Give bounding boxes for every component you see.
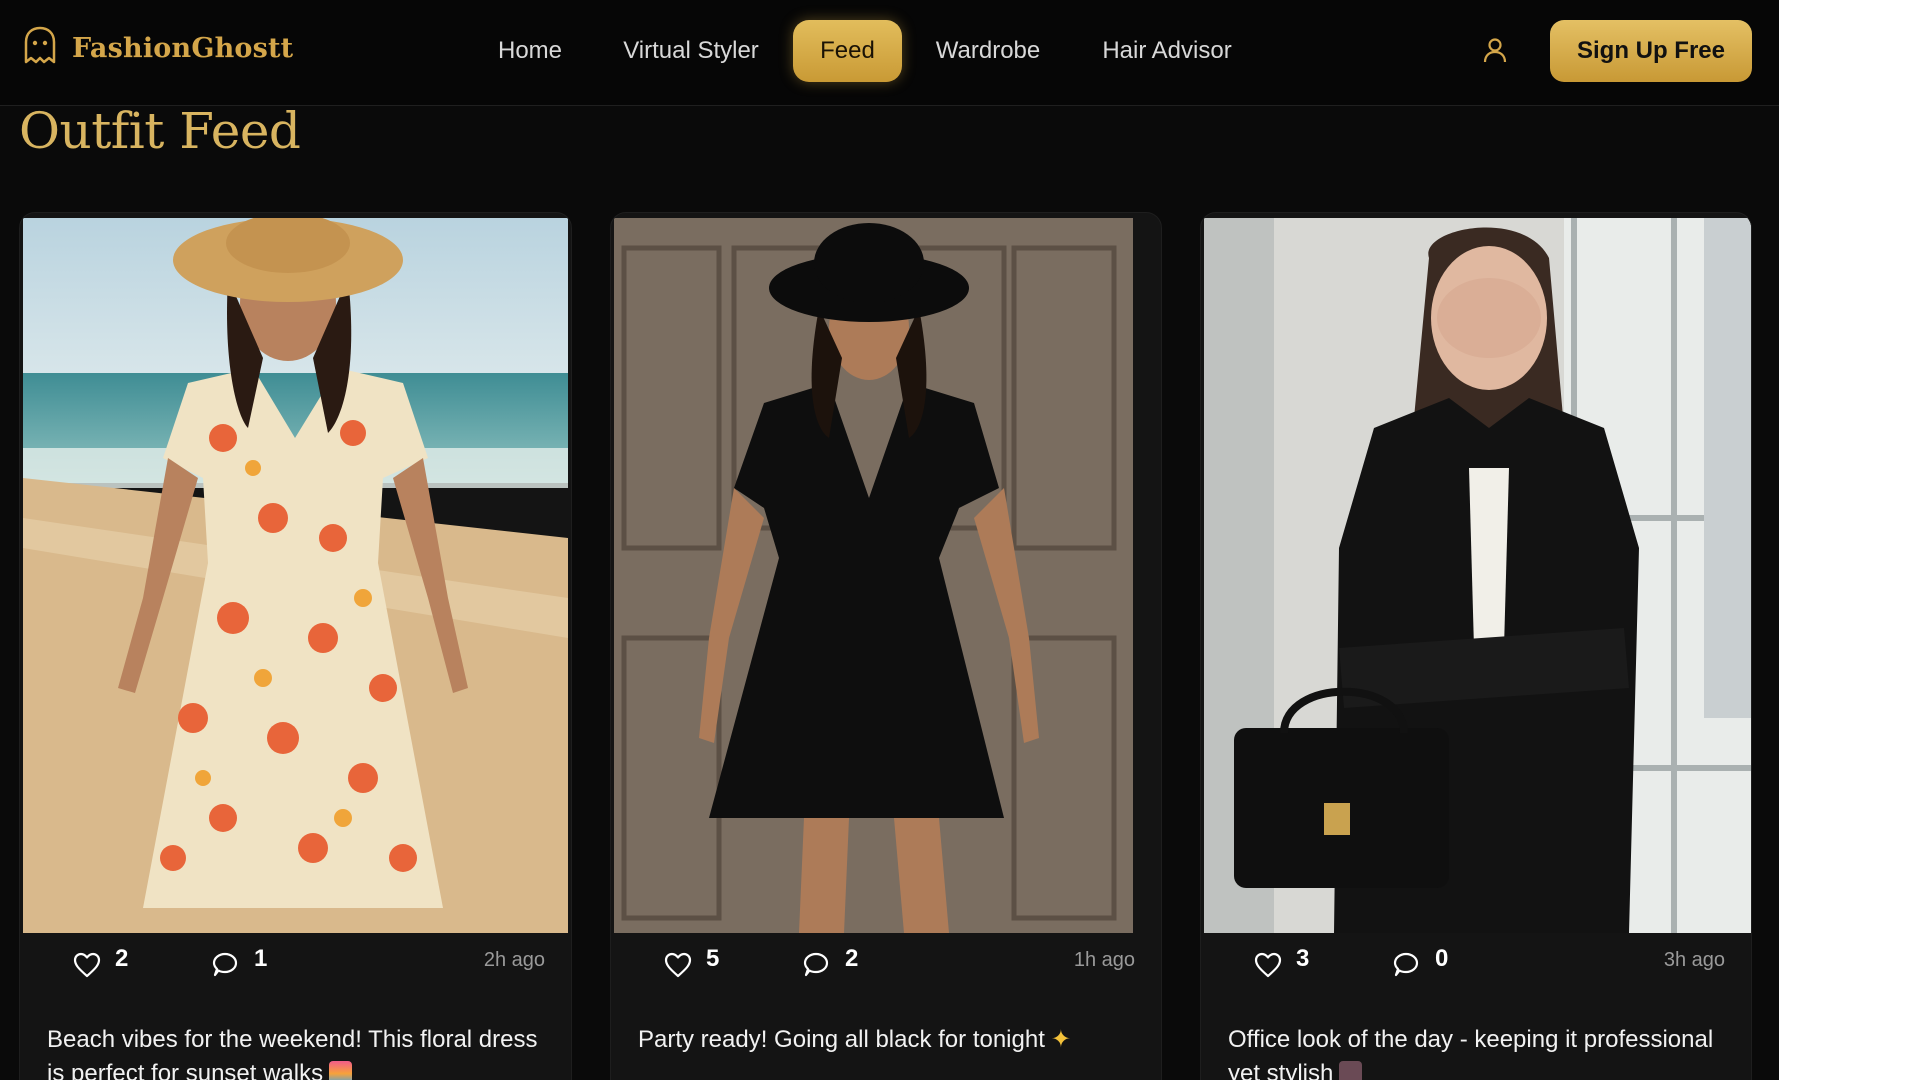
sparkles-emoji: ✦ [1050, 1026, 1071, 1053]
nav-home[interactable]: Home [480, 20, 580, 82]
like-count: 3 [1296, 945, 1310, 972]
post-caption: Party ready! Going all black for tonight… [638, 1023, 1137, 1057]
like-count: 5 [706, 945, 720, 972]
caption-text: Party ready! Going all black for tonight [638, 1026, 1045, 1053]
like-count: 2 [115, 945, 129, 972]
post-card[interactable]: 5 2 1h ago Party ready! Going all black … [610, 212, 1162, 1080]
post-photo[interactable] [23, 218, 568, 933]
main-nav: Home Virtual Styler Feed Wardrobe Hair A… [0, 20, 1779, 82]
comment-count: 1 [254, 945, 268, 972]
heart-icon[interactable] [1254, 952, 1282, 978]
post-time: 3h ago [1663, 949, 1725, 971]
post-card[interactable]: 3 0 3h ago Office look of the day - keep… [1200, 212, 1752, 1080]
post-stats: 3 0 3h ago [1201, 943, 1751, 983]
post-stats: 5 2 1h ago [611, 943, 1161, 983]
app-root: FashionGhostt Home Virtual Styler Feed W… [0, 0, 1779, 1080]
post-card[interactable]: 2 1 2h ago Beach vibes for the weekend! … [19, 212, 572, 1080]
nav-virtual-styler[interactable]: Virtual Styler [610, 20, 772, 82]
comment-icon[interactable] [802, 952, 830, 978]
nav-feed[interactable]: Feed [793, 20, 902, 82]
nav-wardrobe[interactable]: Wardrobe [930, 20, 1046, 82]
nav-hair-advisor[interactable]: Hair Advisor [1094, 20, 1240, 82]
user-icon[interactable] [1481, 36, 1509, 64]
caption-text: Beach vibes for the weekend! This floral… [47, 1026, 538, 1080]
page-title: Outfit Feed [19, 102, 301, 160]
comment-count: 2 [845, 945, 859, 972]
signup-button[interactable]: Sign Up Free [1550, 20, 1752, 82]
post-time: 1h ago [1073, 949, 1135, 971]
comment-icon[interactable] [211, 952, 239, 978]
post-stats: 2 1 2h ago [20, 943, 571, 983]
post-photo[interactable] [1204, 218, 1751, 933]
heart-icon[interactable] [73, 952, 101, 978]
post-time: 2h ago [483, 949, 545, 971]
post-caption: Beach vibes for the weekend! This floral… [47, 1023, 547, 1080]
briefcase-emoji [1339, 1061, 1363, 1080]
top-navbar: FashionGhostt Home Virtual Styler Feed W… [0, 0, 1779, 106]
post-photo[interactable] [614, 218, 1133, 933]
caption-text: Office look of the day - keeping it prof… [1228, 1026, 1714, 1080]
comment-count: 0 [1435, 945, 1449, 972]
comment-icon[interactable] [1392, 952, 1420, 978]
heart-icon[interactable] [664, 952, 692, 978]
sunset-emoji [329, 1061, 353, 1080]
post-caption: Office look of the day - keeping it prof… [1228, 1023, 1727, 1080]
